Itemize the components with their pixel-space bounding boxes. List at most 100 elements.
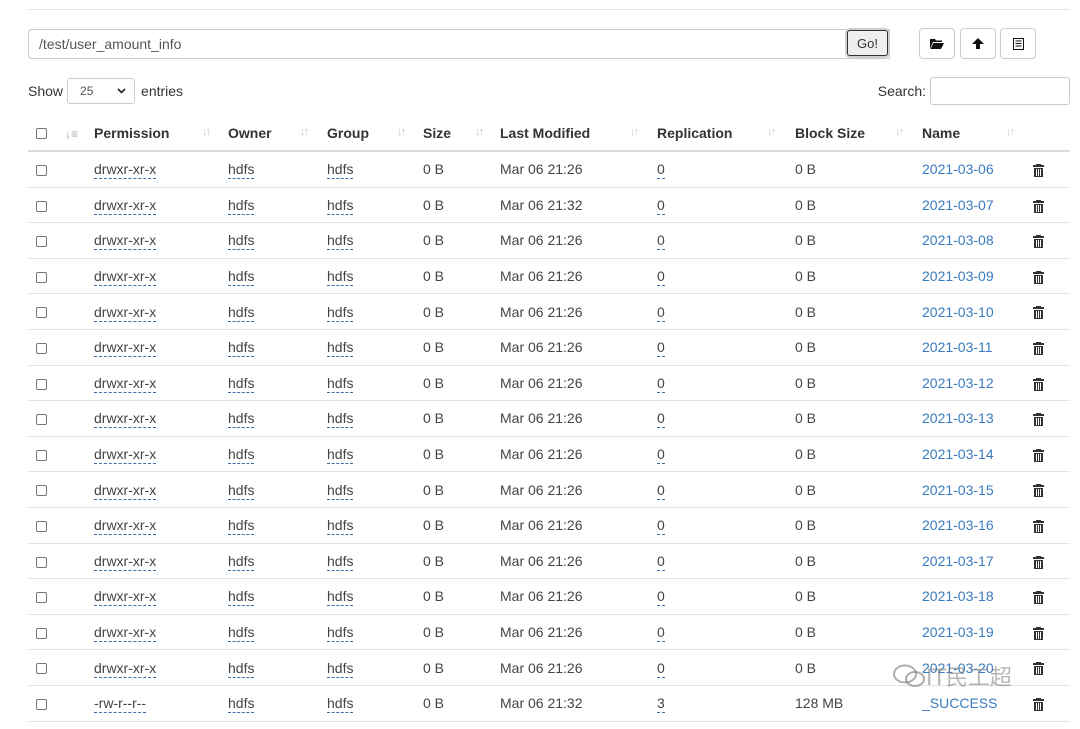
group-link[interactable]: hdfs <box>327 303 354 322</box>
header-replication[interactable]: Replication ↓↑ <box>657 115 795 152</box>
trash-icon[interactable] <box>1033 626 1044 640</box>
owner-link[interactable]: hdfs <box>228 374 255 393</box>
permission-link[interactable]: drwxr-xr-x <box>94 161 157 180</box>
group-link[interactable]: hdfs <box>327 481 354 500</box>
row-checkbox[interactable] <box>36 592 47 604</box>
search-input[interactable] <box>930 77 1070 105</box>
trash-icon[interactable] <box>1033 520 1044 534</box>
trash-icon[interactable] <box>1033 448 1044 462</box>
file-name-link[interactable]: 2021-03-19 <box>922 624 994 640</box>
group-link[interactable]: hdfs <box>327 624 354 643</box>
permission-link[interactable]: drwxr-xr-x <box>94 232 157 251</box>
file-name-link[interactable]: 2021-03-13 <box>922 410 994 426</box>
group-link[interactable]: hdfs <box>327 339 354 358</box>
group-link[interactable]: hdfs <box>327 410 354 429</box>
replication-link[interactable]: 0 <box>657 161 665 180</box>
permission-link[interactable]: drwxr-xr-x <box>94 659 157 678</box>
file-name-link[interactable]: 2021-03-08 <box>922 232 994 248</box>
sort-column-header[interactable]: ↓≡ <box>65 115 94 152</box>
row-checkbox[interactable] <box>36 271 47 283</box>
file-name-link[interactable]: _SUCCESS <box>922 695 997 711</box>
owner-link[interactable]: hdfs <box>228 339 255 358</box>
group-link[interactable]: hdfs <box>327 588 354 607</box>
trash-icon[interactable] <box>1033 591 1044 605</box>
group-link[interactable]: hdfs <box>327 552 354 571</box>
file-name-link[interactable]: 2021-03-14 <box>922 446 994 462</box>
file-name-link[interactable]: 2021-03-15 <box>922 482 994 498</box>
replication-link[interactable]: 0 <box>657 624 665 643</box>
owner-link[interactable]: hdfs <box>228 552 255 571</box>
owner-link[interactable]: hdfs <box>228 303 255 322</box>
permission-link[interactable]: drwxr-xr-x <box>94 303 157 322</box>
replication-link[interactable]: 0 <box>657 268 665 287</box>
permission-link[interactable]: drwxr-xr-x <box>94 374 157 393</box>
header-group[interactable]: Group ↓↑ <box>327 115 423 152</box>
replication-link[interactable]: 3 <box>657 695 665 714</box>
row-checkbox[interactable] <box>36 236 47 248</box>
trash-icon[interactable] <box>1033 164 1044 178</box>
trash-icon[interactable] <box>1033 484 1044 498</box>
row-checkbox[interactable] <box>36 449 47 461</box>
create-directory-button[interactable] <box>919 28 955 59</box>
owner-link[interactable]: hdfs <box>228 232 255 251</box>
replication-link[interactable]: 0 <box>657 410 665 429</box>
replication-link[interactable]: 0 <box>657 552 665 571</box>
row-checkbox[interactable] <box>36 627 47 639</box>
path-input[interactable] <box>28 29 890 59</box>
header-last-modified[interactable]: Last Modified ↓↑ <box>500 115 657 152</box>
owner-link[interactable]: hdfs <box>228 446 255 465</box>
header-name[interactable]: Name ↓↑ <box>922 115 1033 152</box>
owner-link[interactable]: hdfs <box>228 268 255 287</box>
permission-link[interactable]: drwxr-xr-x <box>94 481 157 500</box>
owner-link[interactable]: hdfs <box>228 481 255 500</box>
group-link[interactable]: hdfs <box>327 659 354 678</box>
trash-icon[interactable] <box>1033 413 1044 427</box>
select-all-checkbox[interactable] <box>36 128 47 140</box>
row-checkbox[interactable] <box>36 556 47 568</box>
file-name-link[interactable]: 2021-03-12 <box>922 375 994 391</box>
owner-link[interactable]: hdfs <box>228 588 255 607</box>
header-owner[interactable]: Owner ↓↑ <box>228 115 327 152</box>
row-checkbox[interactable] <box>36 200 47 212</box>
group-link[interactable]: hdfs <box>327 232 354 251</box>
trash-icon[interactable] <box>1033 199 1044 213</box>
owner-link[interactable]: hdfs <box>228 196 255 215</box>
replication-link[interactable]: 0 <box>657 517 665 536</box>
file-name-link[interactable]: 2021-03-10 <box>922 304 994 320</box>
entries-select[interactable]: 25 <box>67 78 136 104</box>
group-link[interactable]: hdfs <box>327 695 354 714</box>
trash-icon[interactable] <box>1033 342 1044 356</box>
row-checkbox[interactable] <box>36 414 47 426</box>
trash-icon[interactable] <box>1033 698 1044 711</box>
file-name-link[interactable]: 2021-03-11 <box>922 339 993 355</box>
row-checkbox[interactable] <box>36 307 47 319</box>
row-checkbox[interactable] <box>36 485 47 497</box>
file-name-link[interactable]: 2021-03-18 <box>922 588 994 604</box>
row-checkbox[interactable] <box>36 165 47 177</box>
trash-icon[interactable] <box>1033 235 1044 249</box>
row-checkbox[interactable] <box>36 663 47 675</box>
group-link[interactable]: hdfs <box>327 374 354 393</box>
trash-icon[interactable] <box>1033 270 1044 284</box>
replication-link[interactable]: 0 <box>657 232 665 251</box>
trash-icon[interactable] <box>1033 662 1044 676</box>
replication-link[interactable]: 0 <box>657 446 665 465</box>
group-link[interactable]: hdfs <box>327 161 354 180</box>
trash-icon[interactable] <box>1033 377 1044 391</box>
permission-link[interactable]: drwxr-xr-x <box>94 268 157 287</box>
owner-link[interactable]: hdfs <box>228 410 255 429</box>
replication-link[interactable]: 0 <box>657 659 665 678</box>
permission-link[interactable]: -rw-r--r-- <box>94 695 147 714</box>
replication-link[interactable]: 0 <box>657 303 665 322</box>
file-name-link[interactable]: 2021-03-16 <box>922 517 994 533</box>
group-link[interactable]: hdfs <box>327 446 354 465</box>
cut-paste-button[interactable] <box>1000 28 1036 59</box>
permission-link[interactable]: drwxr-xr-x <box>94 517 157 536</box>
replication-link[interactable]: 0 <box>657 196 665 215</box>
header-block-size[interactable]: Block Size ↓↑ <box>795 115 922 152</box>
permission-link[interactable]: drwxr-xr-x <box>94 588 157 607</box>
owner-link[interactable]: hdfs <box>228 695 255 714</box>
owner-link[interactable]: hdfs <box>228 517 255 536</box>
group-link[interactable]: hdfs <box>327 517 354 536</box>
go-button[interactable]: Go! <box>847 30 888 56</box>
